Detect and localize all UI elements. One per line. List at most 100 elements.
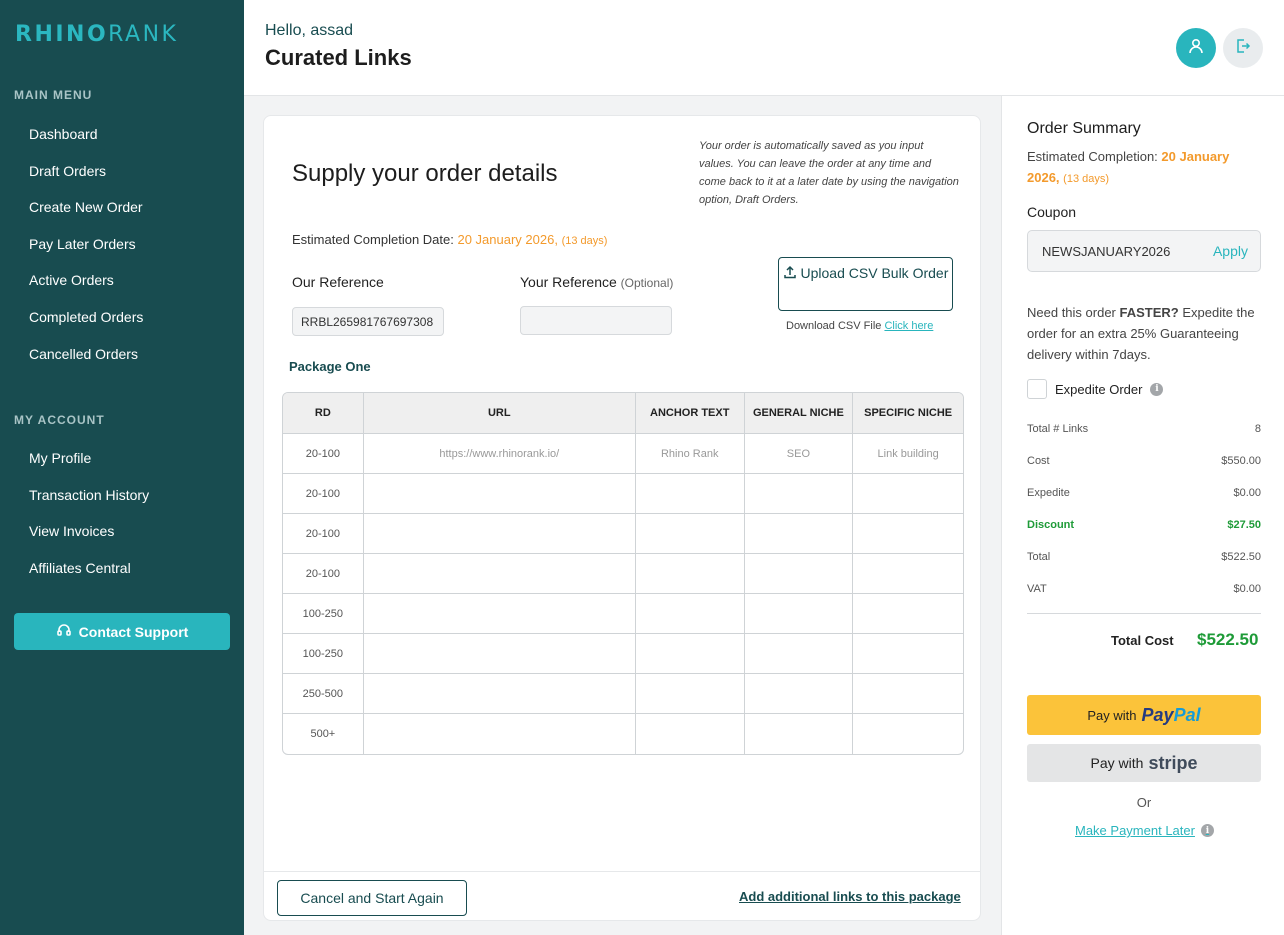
url-input[interactable]	[363, 554, 636, 594]
estimated-completion-date: Estimated Completion Date: 20 January 20…	[292, 232, 607, 247]
general-niche-input[interactable]	[744, 514, 854, 554]
sidebar-item-active-orders[interactable]: Active Orders	[29, 269, 143, 306]
sidebar-item-dashboard[interactable]: Dashboard	[29, 123, 143, 160]
our-reference-label: Our Reference	[292, 274, 384, 290]
row-value: $0.00	[1233, 487, 1261, 499]
general-niche-input[interactable]	[744, 634, 854, 674]
summary-est-label: Estimated Completion:	[1027, 149, 1158, 164]
greeting: Hello, assad	[265, 22, 354, 39]
paypal-logo: PayPal	[1142, 705, 1201, 726]
sidebar-item-view-invoices[interactable]: View Invoices	[29, 520, 149, 557]
sidebar-item-affiliates-central[interactable]: Affiliates Central	[29, 557, 149, 594]
general-niche-input[interactable]	[744, 594, 854, 634]
url-input[interactable]	[364, 714, 636, 754]
specific-niche-input[interactable]	[853, 554, 963, 594]
specific-niche-input[interactable]	[853, 634, 963, 674]
general-niche-input[interactable]	[744, 674, 854, 714]
rd-cell: 500+	[283, 714, 364, 754]
upload-icon	[783, 265, 801, 281]
page-title: Curated Links	[265, 45, 412, 70]
info-icon[interactable]: i	[1150, 382, 1164, 396]
specific-niche-input[interactable]	[853, 714, 963, 754]
specific-niche-input[interactable]	[853, 474, 963, 514]
your-reference-input[interactable]	[520, 306, 672, 335]
our-reference-field: RRBL265981767697308	[292, 307, 444, 336]
rd-cell: 100-250	[283, 594, 364, 634]
url-input[interactable]	[363, 674, 636, 714]
url-input[interactable]	[363, 594, 636, 634]
summary-row-vat: VAT $0.00	[1027, 583, 1261, 595]
download-csv-text: Download CSV File	[786, 320, 882, 332]
anchor-text-input[interactable]	[635, 474, 745, 514]
make-payment-later-link[interactable]: Make Payment Later i	[1075, 823, 1214, 838]
anchor-text-input[interactable]	[635, 514, 745, 554]
summary-row-cost: Cost $550.00	[1027, 455, 1261, 467]
anchor-text-input[interactable]	[635, 554, 745, 594]
sidebar-item-draft-orders[interactable]: Draft Orders	[29, 160, 143, 197]
url-input[interactable]	[363, 634, 636, 674]
sidebar-item-transaction-history[interactable]: Transaction History	[29, 484, 149, 521]
info-icon[interactable]: i	[1200, 824, 1214, 837]
est-days: (13 days)	[561, 235, 608, 247]
est-label: Estimated Completion Date:	[292, 232, 454, 247]
sidebar-item-pay-later-orders[interactable]: Pay Later Orders	[29, 233, 143, 270]
user-profile-button[interactable]	[1176, 28, 1216, 68]
pay-with-paypal-button[interactable]: Pay with PayPal	[1027, 695, 1261, 735]
add-links-link[interactable]: Add additional links to this package	[739, 889, 961, 904]
general-niche-input[interactable]	[744, 474, 854, 514]
expedite-checkbox[interactable]	[1027, 379, 1047, 399]
table-row: 20-100	[283, 554, 963, 594]
general-niche-input[interactable]	[745, 714, 854, 754]
table-row: 20-100	[283, 474, 963, 514]
logout-button[interactable]	[1223, 28, 1263, 68]
general-niche-input[interactable]: SEO	[744, 434, 854, 474]
download-csv-link[interactable]: Click here	[884, 320, 933, 332]
my-account-heading: MY ACCOUNT	[14, 413, 105, 427]
url-input[interactable]	[363, 474, 636, 514]
url-input[interactable]	[363, 514, 636, 554]
cancel-start-again-button[interactable]: Cancel and Start Again	[277, 880, 467, 916]
faster-bold: FASTER?	[1119, 305, 1179, 320]
specific-niche-input[interactable]	[853, 514, 963, 554]
sidebar-item-create-new-order[interactable]: Create New Order	[29, 196, 143, 233]
upload-csv-button[interactable]: Upload CSV Bulk Order	[778, 257, 953, 311]
order-details-card: Supply your order details Your order is …	[263, 115, 981, 921]
pay-with-stripe-button[interactable]: Pay with stripe	[1027, 744, 1261, 782]
general-niche-input[interactable]	[744, 554, 854, 594]
summary-row-expedite: Expedite $0.00	[1027, 487, 1261, 499]
stripe-prefix: Pay with	[1090, 755, 1144, 771]
logo-part-rhino: RHINO	[15, 22, 109, 47]
card-footer: Cancel and Start Again Add additional li…	[264, 871, 980, 921]
est-date-value: 20 January 2026,	[457, 232, 558, 247]
summary-row-total-links: Total # Links 8	[1027, 423, 1261, 435]
account-menu: My Profile Transaction History View Invo…	[29, 447, 149, 593]
logo-part-rank: RANK	[108, 22, 179, 47]
sidebar: RHINORANK MAIN MENU Dashboard Draft Orde…	[0, 0, 244, 935]
summary-divider	[1027, 613, 1261, 614]
table-row: 500+	[283, 714, 963, 754]
sidebar-item-completed-orders[interactable]: Completed Orders	[29, 306, 143, 343]
apply-coupon-button[interactable]: Apply	[1213, 243, 1248, 259]
contact-support-button[interactable]: Contact Support	[14, 613, 230, 650]
links-table: RD URL ANCHOR TEXT GENERAL NICHE SPECIFI…	[282, 392, 964, 755]
anchor-text-input[interactable]	[635, 674, 745, 714]
sidebar-item-my-profile[interactable]: My Profile	[29, 447, 149, 484]
specific-niche-input[interactable]	[853, 674, 963, 714]
specific-niche-input[interactable]	[853, 594, 963, 634]
anchor-text-input[interactable]: Rhino Rank	[635, 434, 745, 474]
anchor-text-input[interactable]	[635, 594, 745, 634]
url-input[interactable]: https://www.rhinorank.io/	[363, 434, 636, 474]
sidebar-item-cancelled-orders[interactable]: Cancelled Orders	[29, 343, 143, 380]
rhinorank-logo[interactable]: RHINORANK	[15, 22, 178, 47]
paypal-logo-pal: Pal	[1173, 704, 1201, 725]
column-header-rd: RD	[283, 393, 364, 434]
anchor-text-input[interactable]	[635, 634, 745, 674]
specific-niche-input[interactable]: Link building	[853, 434, 963, 474]
order-details-title: Supply your order details	[292, 160, 558, 187]
row-value: $522.50	[1221, 551, 1261, 563]
logout-icon	[1235, 38, 1251, 59]
anchor-text-input[interactable]	[636, 714, 745, 754]
coupon-input[interactable]: NEWSJANUARY2026 Apply	[1027, 230, 1261, 272]
stripe-logo: stripe	[1148, 752, 1198, 773]
summary-row-discount: Discount $27.50	[1027, 519, 1261, 531]
